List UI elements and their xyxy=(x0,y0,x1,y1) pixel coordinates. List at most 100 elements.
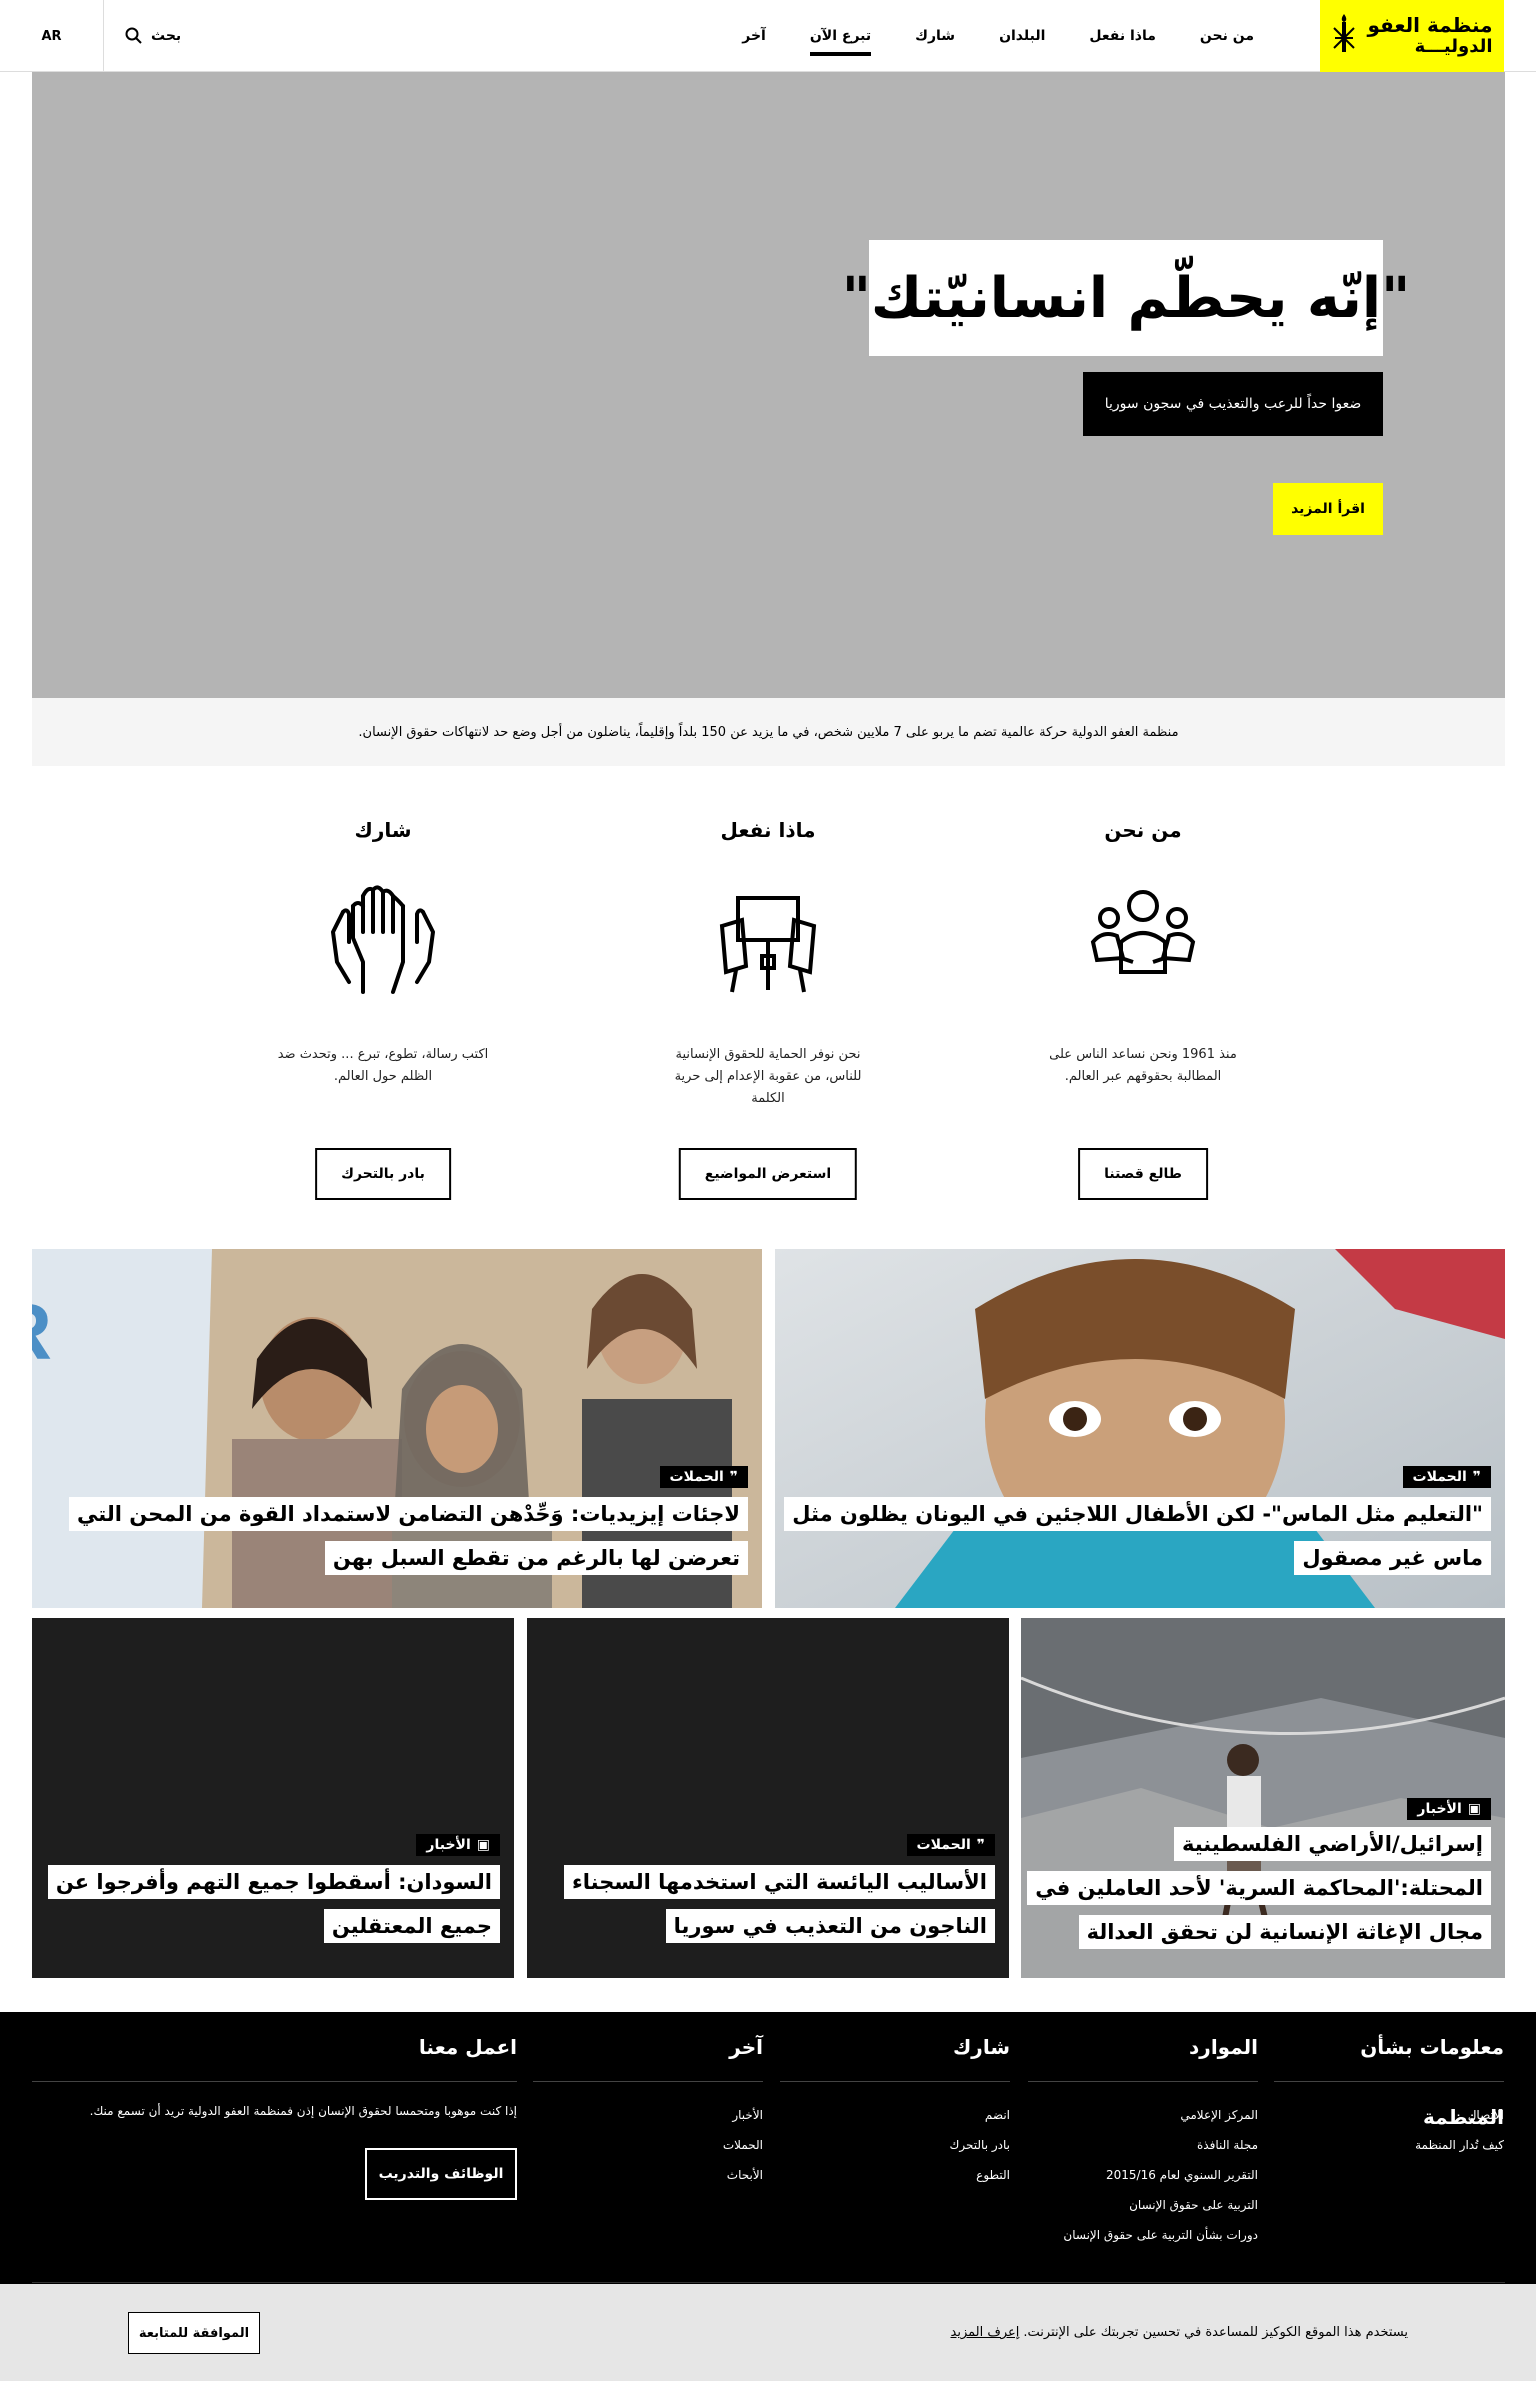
candle-icon xyxy=(1333,14,1356,52)
card-title-text: الأساليب اليائسة التي استخدمها السجناء ا… xyxy=(564,1865,995,1943)
site-header: منظمة العفو الدوليـــة من نحن ماذا نفعل … xyxy=(0,0,1536,72)
nav-donate[interactable]: تبرع الآن xyxy=(788,0,893,72)
column-text: اكتب رسالة، تطوع، تبرع ... وتحدث ضد الظل… xyxy=(277,1047,489,1084)
card-title: لاجئات إيزيديات: وَحِّدْهن التضامن لاستم… xyxy=(46,1492,748,1580)
column-title: ماذا نفعل xyxy=(720,818,816,842)
card-label: ▣ الأخبار xyxy=(1407,1798,1491,1820)
card-title: إسرائيل/الأراضي الفلسطينية المحتلة:'المح… xyxy=(1027,1822,1491,1954)
cookie-message: يستخدم هذا الموقع الكوكيز للمساعدة في تح… xyxy=(1023,2325,1408,2340)
cookie-learn-more-link[interactable]: إعرف المزيد xyxy=(951,2325,1020,2340)
footer-divider xyxy=(32,2282,1505,2283)
cookie-banner: يستخدم هذا الموقع الكوكيز للمساعدة في تح… xyxy=(0,2284,1536,2381)
column-what-we-do: ماذا نفعل نحن نوفر الحماية للحقوق الإنسا… xyxy=(613,800,923,1200)
nav-countries[interactable]: البلدان xyxy=(977,0,1067,72)
column-who-we-are: من نحن منذ 1961 ونحن نساعد الناس على الم… xyxy=(988,800,1298,1200)
footer-link[interactable]: المركز الإعلامي xyxy=(1028,2100,1258,2130)
cookie-text: يستخدم هذا الموقع الكوكيز للمساعدة في تح… xyxy=(951,2284,1408,2381)
search-button[interactable]: بحث xyxy=(125,0,181,72)
footer-link[interactable]: الحملات xyxy=(533,2130,763,2160)
hero-banner: "إنّه يحطّم انسانيّتك" ضعوا حداً للرعب و… xyxy=(32,72,1505,698)
newspaper-icon: ▣ xyxy=(476,1837,490,1853)
placards-icon xyxy=(719,896,817,993)
footer-link[interactable]: الأبحاث xyxy=(533,2160,763,2190)
search-icon xyxy=(125,27,142,44)
story-card-syria-torture[interactable]: ❞ الحملات الأساليب اليائسة التي استخدمها… xyxy=(527,1618,1009,1978)
card-label-text: الأخبار xyxy=(1417,1801,1462,1817)
nav-latest[interactable]: آخر xyxy=(720,0,788,72)
card-title: الأساليب اليائسة التي استخدمها السجناء ا… xyxy=(541,1860,995,1948)
footer-resources: الموارد المركز الإعلامي مجلة النافذة الت… xyxy=(1028,2012,1258,2250)
card-title: السودان: أسقطوا جميع التهم وأفرجوا عن جم… xyxy=(46,1860,500,1948)
amnesty-logo[interactable]: منظمة العفو الدوليـــة xyxy=(1320,0,1504,72)
footer-latest: آخر الأخبار الحملات الأبحاث xyxy=(533,2012,763,2190)
footer-title: شارك xyxy=(780,2012,1010,2082)
quote-icon: ❞ xyxy=(729,1469,738,1485)
footer-link[interactable]: مجلة النافذة xyxy=(1028,2130,1258,2160)
column-title: شارك xyxy=(354,818,412,842)
column-title: من نحن xyxy=(1104,818,1182,842)
main-nav: من نحن ماذا نفعل البلدان شارك تبرع الآن … xyxy=(720,0,1276,72)
newspaper-icon: ▣ xyxy=(1467,1801,1481,1817)
story-card-sudan[interactable]: ▣ الأخبار السودان: أسقطوا جميع التهم وأف… xyxy=(32,1618,514,1978)
card-label-text: الحملات xyxy=(1412,1469,1467,1485)
browse-topics-button[interactable]: استعرض المواضيع xyxy=(678,1148,858,1200)
our-story-button[interactable]: طالع قصتنا xyxy=(1078,1148,1208,1200)
card-title: "التعليم مثل الماس"- لكن الأطفال اللاجئي… xyxy=(784,1492,1491,1580)
story-card-yazidi[interactable]: ICR ❞ الحملات لاجئات إيزيديات: وَحِّدْهن… xyxy=(32,1249,762,1608)
search-label: بحث xyxy=(151,28,182,44)
footer-link[interactable]: التقرير السنوي لعام 2015/16 xyxy=(1028,2160,1258,2190)
card-label: ❞ الحملات xyxy=(659,1466,748,1488)
footer-link[interactable]: الاتصال xyxy=(1274,2100,1504,2130)
story-card-israel[interactable]: ▣ الأخبار إسرائيل/الأراضي الفلسطينية الم… xyxy=(1021,1618,1505,1978)
feature-columns: من نحن منذ 1961 ونحن نساعد الناس على الم… xyxy=(32,800,1505,1220)
card-title-text: إسرائيل/الأراضي الفلسطينية المحتلة:'المح… xyxy=(1027,1827,1491,1949)
jobs-button[interactable]: الوظائف والتدريب xyxy=(365,2148,517,2200)
footer-title: اعمل معنا xyxy=(32,2012,517,2082)
intro-text: منظمة العفو الدولية حركة عالمية تضم ما ي… xyxy=(32,698,1505,766)
column-text: منذ 1961 ونحن نساعد الناس على المطالبة ب… xyxy=(1049,1047,1237,1084)
read-more-button[interactable]: اقرأ المزيد xyxy=(1273,483,1383,535)
column-text: نحن نوفر الحماية للحقوق الإنسانية للناس،… xyxy=(674,1047,862,1106)
footer-participate: شارك انضم بادر بالتحرك التطوع xyxy=(780,2012,1010,2190)
card-title-text: لاجئات إيزيديات: وَحِّدْهن التضامن لاستم… xyxy=(69,1497,748,1575)
nav-participate[interactable]: شارك xyxy=(893,0,977,72)
footer-about: معلومات بشأن المنظمة الاتصال كيف تُدار ا… xyxy=(1274,2012,1504,2160)
column-participate: شارك اكتب رسالة، تطوع، تبرع ... وتحدث ضد… xyxy=(228,800,538,1200)
footer-link[interactable]: كيف تُدار المنظمة xyxy=(1274,2130,1504,2160)
footer-title: معلومات بشأن المنظمة xyxy=(1274,2012,1504,2129)
footer-link[interactable]: الأخبار xyxy=(533,2100,763,2130)
footer-link[interactable]: التربية على حقوق الإنسان xyxy=(1028,2190,1258,2220)
svg-text:ICR: ICR xyxy=(32,1287,52,1376)
logo-text: منظمة العفو الدوليـــة xyxy=(1367,14,1492,58)
card-label-text: الحملات xyxy=(916,1837,971,1853)
nav-who-we-are[interactable]: من نحن xyxy=(1178,0,1276,72)
logo-line1: منظمة العفو xyxy=(1367,13,1493,37)
raised-hands-icon xyxy=(331,885,435,994)
quote-icon: ❞ xyxy=(1472,1469,1481,1485)
footer-link[interactable]: دورات بشأن التربية على حقوق الإنسان xyxy=(1028,2220,1258,2250)
footer-link[interactable]: انضم xyxy=(780,2100,1010,2130)
card-label-text: الأخبار xyxy=(426,1837,471,1853)
take-action-button[interactable]: بادر بالتحرك xyxy=(315,1148,451,1200)
quote-icon: ❞ xyxy=(976,1837,985,1853)
language-switch[interactable]: AR xyxy=(0,0,104,72)
card-label-text: الحملات xyxy=(669,1469,724,1485)
footer-work-text: إذا كنت موهوبا ومتحمسا لحقوق الإنسان إذن… xyxy=(89,2104,517,2118)
cookie-accept-button[interactable]: الموافقة للمتابعة xyxy=(128,2312,260,2354)
footer-link[interactable]: التطوع xyxy=(780,2160,1010,2190)
people-icon xyxy=(1090,890,1196,974)
card-title-text: "التعليم مثل الماس"- لكن الأطفال اللاجئي… xyxy=(784,1497,1491,1575)
logo-line2: الدوليـــة xyxy=(1414,36,1493,57)
footer-link[interactable]: بادر بالتحرك xyxy=(780,2130,1010,2160)
footer-work-with-us: اعمل معنا إذا كنت موهوبا ومتحمسا لحقوق ا… xyxy=(32,2012,517,2200)
nav-what-we-do[interactable]: ماذا نفعل xyxy=(1067,0,1178,72)
card-label: ▣ الأخبار xyxy=(416,1834,500,1856)
hero-subtitle: ضعوا حداً للرعب والتعذيب في سجون سوريا xyxy=(1083,372,1383,436)
card-label: ❞ الحملات xyxy=(906,1834,995,1856)
hero-title: "إنّه يحطّم انسانيّتك" xyxy=(842,240,1410,356)
site-footer: معلومات بشأن المنظمة الاتصال كيف تُدار ا… xyxy=(0,2012,1536,2284)
card-title-text: السودان: أسقطوا جميع التهم وأفرجوا عن جم… xyxy=(47,1865,500,1943)
footer-title: الموارد xyxy=(1028,2012,1258,2082)
footer-title: آخر xyxy=(533,2012,763,2082)
story-card-education[interactable]: ❞ الحملات "التعليم مثل الماس"- لكن الأطف… xyxy=(775,1249,1505,1608)
